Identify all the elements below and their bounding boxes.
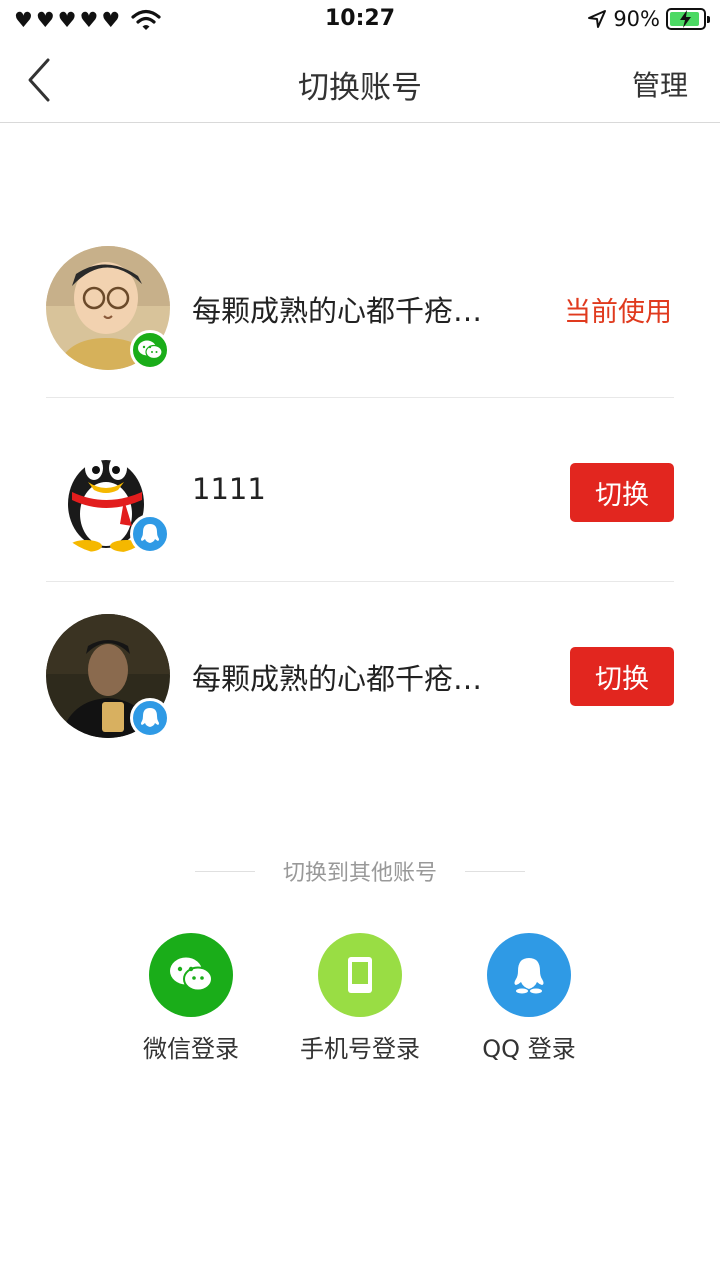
account-list: 每颗成熟的心都千疮… 当前使用 1111 切换 每颗成熟的心都千疮… 切换: [46, 214, 674, 766]
nav-bar: 切换账号 管理: [0, 40, 720, 123]
wechat-icon[interactable]: [149, 933, 233, 1017]
phone-icon[interactable]: [318, 933, 402, 1017]
account-row-current: 每颗成熟的心都千疮… 当前使用: [46, 214, 674, 398]
wechat-icon: [130, 330, 170, 370]
account-name: 每颗成熟的心都千疮…: [192, 294, 483, 328]
switch-account-button[interactable]: 切换: [570, 647, 674, 706]
location-arrow-icon: [588, 10, 607, 28]
status-bar: ♥ ♥ ♥ ♥ ♥ 10:27 90%: [0, 0, 720, 40]
battery-icon: [666, 8, 710, 30]
phone-login-option[interactable]: 手机号登录: [290, 933, 430, 1064]
wechat-login-label: 微信登录: [143, 1035, 239, 1063]
account-row: 1111 切换: [46, 398, 674, 582]
account-name: 1111: [192, 472, 266, 506]
qq-icon: [130, 514, 170, 554]
wechat-login-option[interactable]: 微信登录: [121, 933, 261, 1064]
other-accounts-divider: 切换到其他账号: [195, 856, 526, 886]
current-account-label: 当前使用: [564, 297, 672, 328]
account-row: 每颗成熟的心都千疮… 切换: [46, 582, 674, 766]
qq-icon[interactable]: [487, 933, 571, 1017]
qq-login-label: QQ 登录: [482, 1035, 576, 1063]
account-name: 每颗成熟的心都千疮…: [192, 662, 483, 696]
phone-login-label: 手机号登录: [300, 1035, 420, 1063]
manage-button[interactable]: 管理: [632, 64, 688, 104]
battery-percent: 90%: [613, 7, 660, 31]
other-accounts-heading: 切换到其他账号: [283, 861, 438, 886]
switch-account-button[interactable]: 切换: [570, 463, 674, 522]
qq-icon: [130, 698, 170, 738]
page-title: 切换账号: [298, 70, 422, 106]
qq-login-option[interactable]: QQ 登录: [459, 933, 599, 1064]
